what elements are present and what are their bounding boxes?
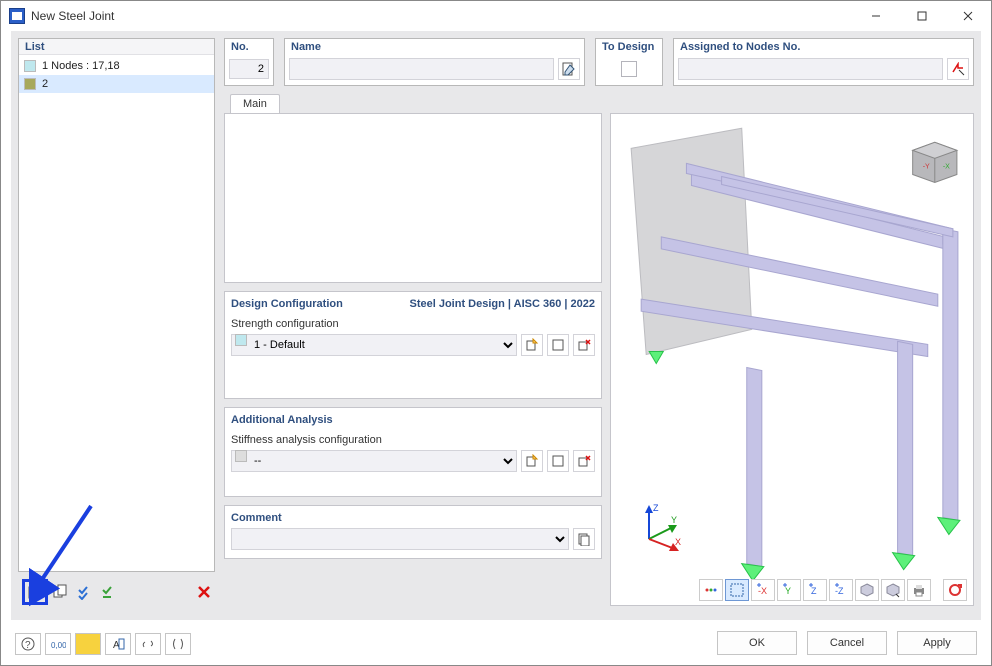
- tab-main[interactable]: Main: [230, 94, 280, 114]
- edit-name-button[interactable]: [558, 58, 580, 80]
- list-panel: List 1 Nodes : 17,18 2: [18, 38, 215, 572]
- copy-button[interactable]: [50, 581, 72, 603]
- vp-iso-button[interactable]: [855, 579, 879, 601]
- remove-config-button[interactable]: [573, 334, 595, 356]
- view-cube: -Y -X: [913, 142, 957, 182]
- apply-button[interactable]: Apply: [897, 631, 977, 655]
- new-config-button[interactable]: [521, 334, 543, 356]
- minimize-button[interactable]: [853, 1, 899, 31]
- viewport-3d[interactable]: -Y -X Z Y X -X Y Z: [610, 113, 974, 606]
- svg-text:-X: -X: [943, 163, 950, 170]
- list-item-label: 2: [42, 78, 48, 90]
- svg-text:Y: Y: [671, 515, 677, 525]
- to-design-label: To Design: [596, 39, 662, 57]
- additional-analysis-panel: Additional Analysis Stiffness analysis c…: [224, 407, 602, 497]
- vp-print-button[interactable]: [907, 579, 931, 601]
- remove-stiffness-button[interactable]: [573, 450, 595, 472]
- design-standard-label: Steel Joint Design | AISC 360 | 2022: [410, 298, 596, 310]
- cancel-button[interactable]: Cancel: [807, 631, 887, 655]
- svg-text:X: X: [675, 537, 681, 547]
- script-button[interactable]: [165, 633, 191, 655]
- axes-gizmo: Z Y X: [635, 501, 687, 553]
- color-button[interactable]: [75, 633, 101, 655]
- app-icon: [9, 8, 25, 24]
- name-panel: Name: [284, 38, 585, 86]
- delete-button[interactable]: [193, 581, 215, 603]
- name-input[interactable]: [289, 58, 554, 80]
- svg-text:-Y: -Y: [923, 163, 930, 170]
- list-items: 1 Nodes : 17,18 2: [19, 55, 214, 93]
- list-item[interactable]: 1 Nodes : 17,18: [19, 57, 214, 75]
- list-header: List: [19, 39, 214, 55]
- design-config-title: Design Configuration: [231, 298, 343, 310]
- name-label: Name: [285, 39, 584, 57]
- no-panel: No. 2: [224, 38, 274, 86]
- no-value[interactable]: 2: [229, 59, 269, 79]
- vp-view-x-button[interactable]: -X: [751, 579, 775, 601]
- new-button[interactable]: [22, 579, 48, 605]
- maximize-button[interactable]: [899, 1, 945, 31]
- stiffness-config-select[interactable]: --: [231, 450, 517, 472]
- comment-panel: Comment: [224, 505, 602, 559]
- comment-library-button[interactable]: [573, 528, 595, 550]
- svg-text:Z: Z: [811, 586, 817, 596]
- list-toolbar: [18, 578, 215, 606]
- list-item-label: 1 Nodes : 17,18: [42, 60, 120, 72]
- stiffness-config-label: Stiffness analysis configuration: [231, 434, 595, 446]
- swatch-icon: [24, 78, 36, 90]
- comment-title: Comment: [231, 512, 595, 524]
- ok-button[interactable]: OK: [717, 631, 797, 655]
- edit-stiffness-button[interactable]: [547, 450, 569, 472]
- list-item[interactable]: 2: [19, 75, 214, 93]
- svg-text:-X: -X: [758, 586, 767, 596]
- strength-config-select[interactable]: 1 - Default: [231, 334, 517, 356]
- edit-config-button[interactable]: [547, 334, 569, 356]
- additional-analysis-title: Additional Analysis: [231, 414, 595, 426]
- svg-text:-Z: -Z: [835, 586, 844, 596]
- vp-display-menu-button[interactable]: [881, 579, 905, 601]
- vp-select-button[interactable]: [725, 579, 749, 601]
- new-stiffness-button[interactable]: [521, 450, 543, 472]
- svg-text:Z: Z: [653, 503, 659, 513]
- assigned-panel: Assigned to Nodes No.: [673, 38, 974, 86]
- svg-text:Y: Y: [785, 586, 791, 596]
- vp-view-y-button[interactable]: Y: [777, 579, 801, 601]
- vp-view-z-button[interactable]: Z: [803, 579, 827, 601]
- svg-text:0,00: 0,00: [51, 641, 66, 650]
- to-design-panel: To Design: [595, 38, 663, 86]
- check-selected-button[interactable]: [98, 581, 120, 603]
- svg-text:?: ?: [25, 640, 31, 651]
- preview-image-panel: [224, 113, 602, 283]
- vp-reset-button[interactable]: [943, 579, 967, 601]
- units-button[interactable]: 0,00: [45, 633, 71, 655]
- comment-select[interactable]: [231, 528, 569, 550]
- vp-points-button[interactable]: [699, 579, 723, 601]
- strength-config-label: Strength configuration: [231, 318, 595, 330]
- link-button[interactable]: [135, 633, 161, 655]
- close-button[interactable]: [945, 1, 991, 31]
- design-config-panel: Design Configuration Steel Joint Design …: [224, 291, 602, 399]
- pick-nodes-button[interactable]: [947, 58, 969, 80]
- window-title: New Steel Joint: [31, 9, 114, 23]
- viewport-toolbar: -X Y Z -Z: [699, 579, 967, 601]
- to-design-checkbox[interactable]: [621, 61, 637, 77]
- no-label: No.: [225, 39, 273, 57]
- font-button[interactable]: A: [105, 633, 131, 655]
- assigned-input[interactable]: [678, 58, 943, 80]
- vp-view-neg-z-button[interactable]: -Z: [829, 579, 853, 601]
- assigned-label: Assigned to Nodes No.: [674, 39, 973, 57]
- swatch-icon: [24, 60, 36, 72]
- check-all-button[interactable]: [74, 581, 96, 603]
- help-button[interactable]: ?: [15, 633, 41, 655]
